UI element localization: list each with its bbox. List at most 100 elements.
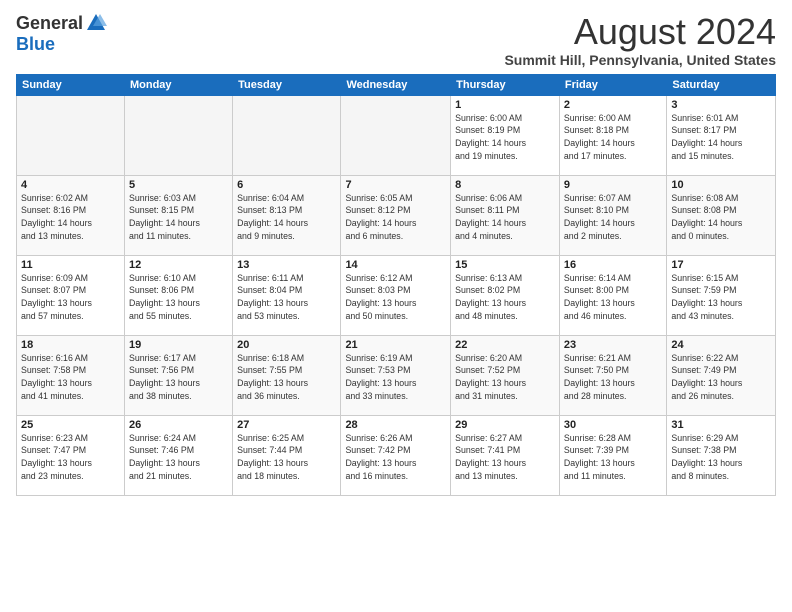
day-info: Sunrise: 6:05 AMSunset: 8:12 PMDaylight:… — [345, 192, 446, 243]
day-number: 4 — [21, 179, 120, 191]
day-info: Sunrise: 6:26 AMSunset: 7:42 PMDaylight:… — [345, 432, 446, 483]
table-row: 19Sunrise: 6:17 AMSunset: 7:56 PMDayligh… — [124, 335, 232, 415]
table-row: 10Sunrise: 6:08 AMSunset: 8:08 PMDayligh… — [667, 175, 776, 255]
day-number: 18 — [21, 339, 120, 351]
calendar-week-row: 1Sunrise: 6:00 AMSunset: 8:19 PMDaylight… — [17, 95, 776, 175]
day-number: 15 — [455, 259, 555, 271]
table-row: 7Sunrise: 6:05 AMSunset: 8:12 PMDaylight… — [341, 175, 451, 255]
day-number: 31 — [671, 419, 771, 431]
day-info: Sunrise: 6:00 AMSunset: 8:19 PMDaylight:… — [455, 112, 555, 163]
table-row: 17Sunrise: 6:15 AMSunset: 7:59 PMDayligh… — [667, 255, 776, 335]
table-row: 6Sunrise: 6:04 AMSunset: 8:13 PMDaylight… — [233, 175, 341, 255]
day-number: 21 — [345, 339, 446, 351]
day-number: 12 — [129, 259, 228, 271]
table-row: 13Sunrise: 6:11 AMSunset: 8:04 PMDayligh… — [233, 255, 341, 335]
day-info: Sunrise: 6:08 AMSunset: 8:08 PMDaylight:… — [671, 192, 771, 243]
day-info: Sunrise: 6:16 AMSunset: 7:58 PMDaylight:… — [21, 352, 120, 403]
day-info: Sunrise: 6:12 AMSunset: 8:03 PMDaylight:… — [345, 272, 446, 323]
table-row: 1Sunrise: 6:00 AMSunset: 8:19 PMDaylight… — [451, 95, 560, 175]
table-row: 16Sunrise: 6:14 AMSunset: 8:00 PMDayligh… — [559, 255, 666, 335]
col-friday: Friday — [559, 74, 666, 95]
day-number: 13 — [237, 259, 336, 271]
day-info: Sunrise: 6:22 AMSunset: 7:49 PMDaylight:… — [671, 352, 771, 403]
logo-blue-text: Blue — [16, 34, 55, 55]
day-info: Sunrise: 6:02 AMSunset: 8:16 PMDaylight:… — [21, 192, 120, 243]
logo-general-text: General — [16, 13, 83, 34]
day-info: Sunrise: 6:19 AMSunset: 7:53 PMDaylight:… — [345, 352, 446, 403]
table-row: 29Sunrise: 6:27 AMSunset: 7:41 PMDayligh… — [451, 415, 560, 495]
day-info: Sunrise: 6:00 AMSunset: 8:18 PMDaylight:… — [564, 112, 662, 163]
day-number: 29 — [455, 419, 555, 431]
day-number: 24 — [671, 339, 771, 351]
day-number: 5 — [129, 179, 228, 191]
day-number: 19 — [129, 339, 228, 351]
day-info: Sunrise: 6:13 AMSunset: 8:02 PMDaylight:… — [455, 272, 555, 323]
day-number: 27 — [237, 419, 336, 431]
day-info: Sunrise: 6:20 AMSunset: 7:52 PMDaylight:… — [455, 352, 555, 403]
day-number: 9 — [564, 179, 662, 191]
day-number: 26 — [129, 419, 228, 431]
day-info: Sunrise: 6:28 AMSunset: 7:39 PMDaylight:… — [564, 432, 662, 483]
day-number: 17 — [671, 259, 771, 271]
logo-icon — [85, 12, 107, 34]
day-info: Sunrise: 6:06 AMSunset: 8:11 PMDaylight:… — [455, 192, 555, 243]
day-info: Sunrise: 6:17 AMSunset: 7:56 PMDaylight:… — [129, 352, 228, 403]
col-wednesday: Wednesday — [341, 74, 451, 95]
col-monday: Monday — [124, 74, 232, 95]
table-row: 2Sunrise: 6:00 AMSunset: 8:18 PMDaylight… — [559, 95, 666, 175]
page: General Blue August 2024 Summit Hill, Pe… — [0, 0, 792, 612]
table-row — [341, 95, 451, 175]
table-row: 5Sunrise: 6:03 AMSunset: 8:15 PMDaylight… — [124, 175, 232, 255]
day-number: 23 — [564, 339, 662, 351]
table-row: 3Sunrise: 6:01 AMSunset: 8:17 PMDaylight… — [667, 95, 776, 175]
table-row: 9Sunrise: 6:07 AMSunset: 8:10 PMDaylight… — [559, 175, 666, 255]
day-number: 3 — [671, 99, 771, 111]
col-saturday: Saturday — [667, 74, 776, 95]
table-row: 20Sunrise: 6:18 AMSunset: 7:55 PMDayligh… — [233, 335, 341, 415]
table-row: 11Sunrise: 6:09 AMSunset: 8:07 PMDayligh… — [17, 255, 125, 335]
table-row: 26Sunrise: 6:24 AMSunset: 7:46 PMDayligh… — [124, 415, 232, 495]
day-info: Sunrise: 6:07 AMSunset: 8:10 PMDaylight:… — [564, 192, 662, 243]
table-row: 30Sunrise: 6:28 AMSunset: 7:39 PMDayligh… — [559, 415, 666, 495]
table-row: 23Sunrise: 6:21 AMSunset: 7:50 PMDayligh… — [559, 335, 666, 415]
day-number: 22 — [455, 339, 555, 351]
day-info: Sunrise: 6:29 AMSunset: 7:38 PMDaylight:… — [671, 432, 771, 483]
day-info: Sunrise: 6:03 AMSunset: 8:15 PMDaylight:… — [129, 192, 228, 243]
day-number: 25 — [21, 419, 120, 431]
day-number: 10 — [671, 179, 771, 191]
calendar-week-row: 18Sunrise: 6:16 AMSunset: 7:58 PMDayligh… — [17, 335, 776, 415]
table-row: 22Sunrise: 6:20 AMSunset: 7:52 PMDayligh… — [451, 335, 560, 415]
calendar-week-row: 4Sunrise: 6:02 AMSunset: 8:16 PMDaylight… — [17, 175, 776, 255]
day-info: Sunrise: 6:21 AMSunset: 7:50 PMDaylight:… — [564, 352, 662, 403]
day-info: Sunrise: 6:09 AMSunset: 8:07 PMDaylight:… — [21, 272, 120, 323]
day-info: Sunrise: 6:23 AMSunset: 7:47 PMDaylight:… — [21, 432, 120, 483]
title-section: August 2024 Summit Hill, Pennsylvania, U… — [504, 12, 776, 68]
day-info: Sunrise: 6:10 AMSunset: 8:06 PMDaylight:… — [129, 272, 228, 323]
day-number: 11 — [21, 259, 120, 271]
table-row: 31Sunrise: 6:29 AMSunset: 7:38 PMDayligh… — [667, 415, 776, 495]
calendar-header-row: Sunday Monday Tuesday Wednesday Thursday… — [17, 74, 776, 95]
col-tuesday: Tuesday — [233, 74, 341, 95]
table-row: 8Sunrise: 6:06 AMSunset: 8:11 PMDaylight… — [451, 175, 560, 255]
day-info: Sunrise: 6:04 AMSunset: 8:13 PMDaylight:… — [237, 192, 336, 243]
day-info: Sunrise: 6:27 AMSunset: 7:41 PMDaylight:… — [455, 432, 555, 483]
day-number: 2 — [564, 99, 662, 111]
day-number: 8 — [455, 179, 555, 191]
table-row: 15Sunrise: 6:13 AMSunset: 8:02 PMDayligh… — [451, 255, 560, 335]
calendar-week-row: 11Sunrise: 6:09 AMSunset: 8:07 PMDayligh… — [17, 255, 776, 335]
sub-title: Summit Hill, Pennsylvania, United States — [504, 52, 776, 68]
table-row — [233, 95, 341, 175]
day-number: 30 — [564, 419, 662, 431]
table-row: 24Sunrise: 6:22 AMSunset: 7:49 PMDayligh… — [667, 335, 776, 415]
day-info: Sunrise: 6:11 AMSunset: 8:04 PMDaylight:… — [237, 272, 336, 323]
calendar: Sunday Monday Tuesday Wednesday Thursday… — [16, 74, 776, 496]
day-number: 16 — [564, 259, 662, 271]
table-row: 21Sunrise: 6:19 AMSunset: 7:53 PMDayligh… — [341, 335, 451, 415]
table-row — [124, 95, 232, 175]
day-info: Sunrise: 6:18 AMSunset: 7:55 PMDaylight:… — [237, 352, 336, 403]
day-number: 28 — [345, 419, 446, 431]
day-number: 7 — [345, 179, 446, 191]
main-title: August 2024 — [504, 12, 776, 52]
table-row: 27Sunrise: 6:25 AMSunset: 7:44 PMDayligh… — [233, 415, 341, 495]
table-row: 25Sunrise: 6:23 AMSunset: 7:47 PMDayligh… — [17, 415, 125, 495]
